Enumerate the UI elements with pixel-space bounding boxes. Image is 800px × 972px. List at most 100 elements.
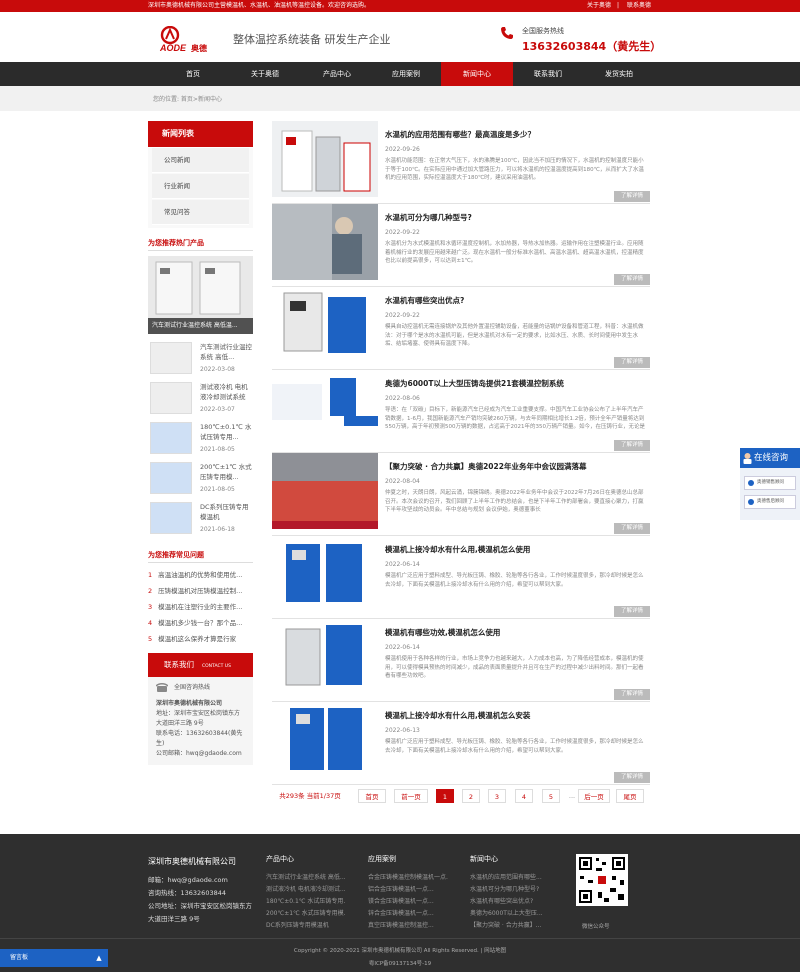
featured-product[interactable]: 汽车测试行业温控系统 高低温... (148, 256, 253, 334)
sales-advisor-button[interactable]: 奥德销售顾问 (744, 476, 796, 490)
nav-cases[interactable]: 应用案例 (370, 62, 442, 86)
news-thumbnail[interactable] (272, 204, 378, 280)
contact-address: 地址：深圳市宝安区松岗镇东方大道田洋三路 9号 (156, 710, 241, 727)
pager-page-4[interactable]: 4 (515, 789, 533, 803)
news-item[interactable]: 水温机的应用范围有哪些？最高温度是多少？ 2022-09-26 水温机功能范围：… (272, 121, 650, 204)
news-title[interactable]: 水温机可分为哪几种型号? (385, 212, 472, 223)
news-title[interactable]: 奥德为6000T以上大型压铸岛提供21套模温控制系统 (385, 378, 564, 389)
footer-link[interactable]: DC系列压铸专用模温机 (266, 920, 346, 932)
read-more-button[interactable]: 了解详情 (614, 274, 650, 285)
pager-page-1[interactable]: 1 (436, 789, 454, 803)
footer-link[interactable]: 镁合金压铸模温机一点... (368, 896, 448, 908)
faq-item[interactable]: 1 高温油温机的优势和使用优... (148, 567, 253, 583)
product-item[interactable]: 180℃±0.1℃ 水试压铸专用... 2021-08-05 (148, 420, 253, 460)
product-item[interactable]: 汽车测试行业温控系统 高低... 2022-03-08 (148, 340, 253, 380)
news-item[interactable]: 【聚力突破 · 合力共赢】奥德2022年业务年中会议园满落幕 2022-08-0… (272, 453, 650, 536)
footer-link[interactable]: 合金压铸模温控制模温机一点... (368, 872, 448, 884)
nav-news[interactable]: 新闻中心 (441, 62, 513, 86)
product-item[interactable]: 200℃±1℃ 水式压铸专用模... 2021-08-05 (148, 460, 253, 500)
news-item[interactable]: 水温机有哪些突出优点? 2022-09-22 模具自动控温机无需连接锅炉及其他外… (272, 287, 650, 370)
breadcrumb-text[interactable]: 您的位置: 首页>新闻中心 (153, 94, 222, 103)
read-more-button[interactable]: 了解详情 (614, 357, 650, 368)
product-thumb (150, 502, 192, 534)
footer-link[interactable]: 水温机有哪些突出优点? (470, 896, 550, 908)
news-title[interactable]: 模温机上接冷却水有什么用,模温机怎么使用 (385, 544, 530, 555)
read-more-button[interactable]: 了解详情 (614, 772, 650, 783)
news-title[interactable]: 水温机有哪些突出优点? (385, 295, 464, 306)
top-link-about[interactable]: 关于奥德 (587, 2, 611, 9)
product-item[interactable]: 测试液冷机 电机液冷却测试系统 2022-03-07 (148, 380, 253, 420)
read-more-button[interactable]: 了解详情 (614, 689, 650, 700)
footer-link[interactable]: 锌合金压铸模温机一点... (368, 908, 448, 920)
message-board-button[interactable]: 留言板 ▲ (0, 949, 108, 967)
news-item[interactable]: 模温机上接冷却水有什么用,模温机怎么安装 2022-06-13 模温机广泛应用于… (272, 702, 650, 785)
footer-link[interactable]: 测试液冷机 电机液冷却测试... (266, 884, 346, 896)
aode-logo[interactable]: AODE 奥德 (158, 25, 224, 53)
icp-number[interactable]: 粤ICP备09137134号-19 (0, 958, 800, 971)
category-company-news[interactable]: 公司新闻 (152, 148, 249, 173)
pager-page-3[interactable]: 3 (488, 789, 506, 803)
footer-link[interactable]: 汽车测试行业温控系统 高低... (266, 872, 346, 884)
copyright-text[interactable]: Copyright © 2020-2021 深圳市奥德机械有限公司 All Ri… (0, 945, 800, 958)
news-item[interactable]: 奥德为6000T以上大型压铸岛提供21套模温控制系统 2022-08-06 导语… (272, 370, 650, 453)
footer-link[interactable]: 180℃±0.1℃ 水试压铸专用... (266, 896, 346, 908)
news-title[interactable]: 【聚力突破 · 合力共赢】奥德2022年业务年中会议园满落幕 (385, 461, 586, 472)
category-industry-news[interactable]: 行业新闻 (152, 174, 249, 199)
news-title[interactable]: 模温机有哪些功效,模温机怎么使用 (385, 627, 500, 638)
news-item[interactable]: 模温机上接冷却水有什么用,模温机怎么使用 2022-06-14 模温机广泛应用于… (272, 536, 650, 619)
category-title: 新闻列表 (148, 121, 253, 147)
nav-contact[interactable]: 联系我们 (512, 62, 584, 86)
product-name: 测试液冷机 电机液冷却测试系统 (200, 383, 248, 401)
pager-prev[interactable]: 前一页 (394, 789, 428, 803)
pagination: 共293条 当前1/37页 首页 前一页 1 2 3 4 5 ... 后一页 尾… (272, 789, 650, 803)
footer-link[interactable]: 水温机的应用范围有哪些... (470, 872, 550, 884)
pager-page-2[interactable]: 2 (462, 789, 480, 803)
nav-shipping[interactable]: 发货实拍 (583, 62, 655, 86)
pager-last[interactable]: 尾页 (616, 789, 644, 803)
news-thumbnail[interactable] (272, 370, 378, 446)
pager-next[interactable]: 后一页 (578, 789, 610, 803)
product-item[interactable]: DC系列压铸专用模温机 2021-06-18 (148, 500, 253, 540)
nav-about[interactable]: 关于奥德 (229, 62, 301, 86)
read-more-button[interactable]: 了解详情 (614, 440, 650, 451)
footer: 深圳市奥德机械有限公司 邮箱：hwq@gdaode.com 咨询热线：13632… (0, 834, 800, 972)
aftersales-advisor-button[interactable]: 奥德售后顾问 (744, 495, 796, 509)
news-item[interactable]: 模温机有哪些功效,模温机怎么使用 2022-06-14 模温机使用于各种各样的行… (272, 619, 650, 702)
footer-link[interactable]: 【聚力突破 · 合力共赢】... (470, 920, 550, 932)
news-title[interactable]: 水温机的应用范围有哪些？最高温度是多少？ (385, 129, 535, 140)
news-thumbnail[interactable] (272, 453, 378, 529)
read-more-button[interactable]: 了解详情 (614, 606, 650, 617)
faq-item[interactable]: 3 模温机在注塑行业的主要作... (148, 599, 253, 615)
online-consultation-widget[interactable]: 在线咨询 奥德销售顾问 奥德售后顾问 (740, 448, 800, 520)
product-name: DC系列压铸专用模温机 (200, 503, 249, 521)
footer-link[interactable]: 真空压铸模温控制温控... (368, 920, 448, 932)
top-link-contact[interactable]: 联系奥德 (627, 2, 651, 9)
news-thumbnail[interactable] (272, 619, 378, 695)
footer-col-title: 新闻中心 (470, 855, 498, 863)
news-item[interactable]: 水温机可分为哪几种型号? 2022-09-22 水温机分为水式模温机和水循环温度… (272, 204, 650, 287)
news-thumbnail[interactable] (272, 121, 378, 197)
nav-products[interactable]: 产品中心 (301, 62, 373, 86)
news-thumbnail[interactable] (272, 702, 378, 778)
nav-home[interactable]: 首页 (157, 62, 229, 86)
news-thumbnail[interactable] (272, 287, 378, 363)
faq-item[interactable]: 5 模温机这么保养才算是行家 (148, 631, 253, 647)
footer-link[interactable]: 水温机可分为哪几种型号? (470, 884, 550, 896)
product-date: 2022-03-07 (200, 406, 235, 413)
read-more-button[interactable]: 了解详情 (614, 191, 650, 202)
read-more-button[interactable]: 了解详情 (614, 523, 650, 534)
news-title[interactable]: 模温机上接冷却水有什么用,模温机怎么安装 (385, 710, 530, 721)
faq-item[interactable]: 4 模温机多少钱一台？那个品... (148, 615, 253, 631)
faq-num: 5 (148, 635, 153, 643)
contact-hotline: 全国咨询热线 (156, 683, 245, 695)
category-faq[interactable]: 常见问答 (152, 200, 249, 225)
pager-page-5[interactable]: 5 (542, 789, 560, 803)
hotline-label: 全国服务热线 (522, 27, 564, 35)
news-thumbnail[interactable] (272, 536, 378, 612)
pager-first[interactable]: 首页 (358, 789, 386, 803)
footer-link[interactable]: 铝合金压铸模温机一点... (368, 884, 448, 896)
faq-item[interactable]: 2 压铸模温机对压铸模温控制... (148, 583, 253, 599)
footer-link[interactable]: 200℃±1℃ 水式压铸专用模... (266, 908, 346, 920)
footer-link[interactable]: 奥德为6000T以上大型压... (470, 908, 550, 920)
product-date: 2022-03-08 (200, 366, 235, 373)
